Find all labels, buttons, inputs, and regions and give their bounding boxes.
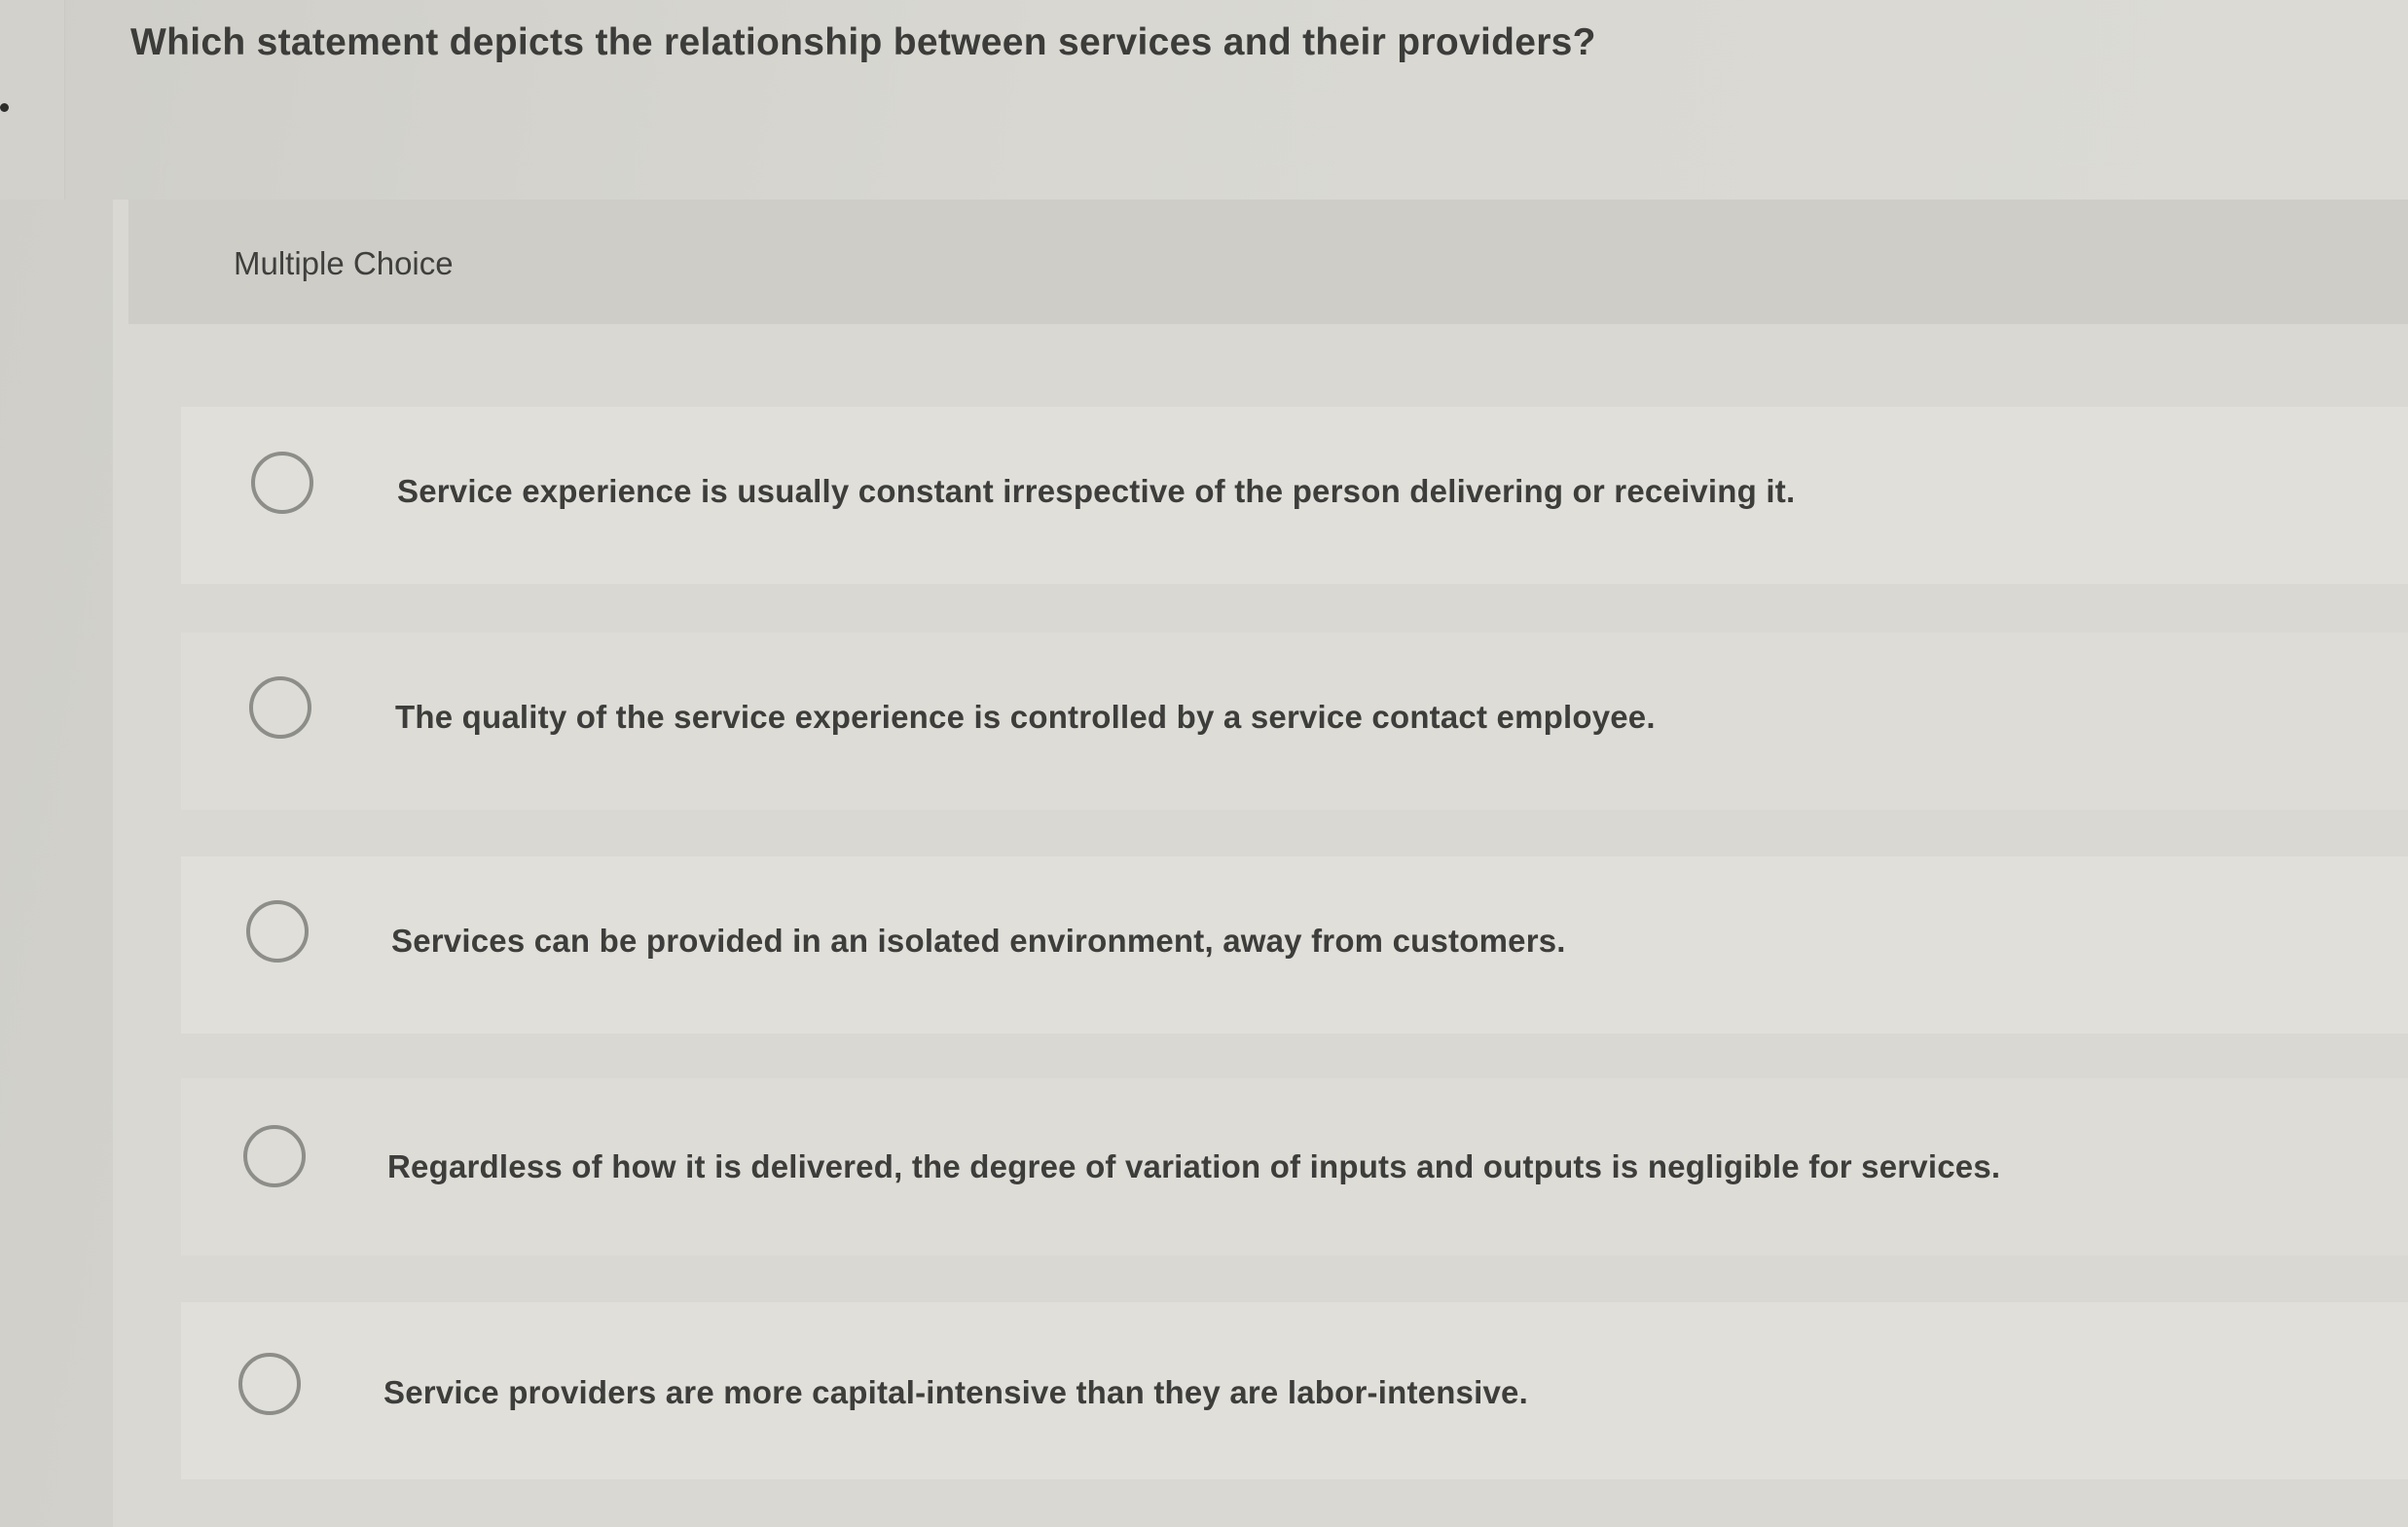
answer-option-label[interactable]: Service experience is usually constant i…: [397, 473, 1795, 510]
answer-option-1[interactable]: Service experience is usually constant i…: [181, 407, 2408, 584]
answer-option-2[interactable]: The quality of the service experience is…: [181, 633, 2408, 810]
answer-option-label[interactable]: Service providers are more capital-inten…: [383, 1374, 1528, 1411]
answer-options: Service experience is usually constant i…: [0, 0, 2408, 1527]
answer-option-4[interactable]: Regardless of how it is delivered, the d…: [181, 1078, 2408, 1255]
answer-option-label[interactable]: The quality of the service experience is…: [395, 699, 1656, 736]
answer-option-5[interactable]: Service providers are more capital-inten…: [181, 1302, 2408, 1479]
radio-button[interactable]: [246, 900, 309, 963]
answer-option-label[interactable]: Services can be provided in an isolated …: [391, 923, 1566, 960]
radio-button[interactable]: [238, 1353, 301, 1415]
radio-button[interactable]: [243, 1125, 306, 1187]
radio-button[interactable]: [249, 676, 311, 739]
answer-option-label[interactable]: Regardless of how it is delivered, the d…: [387, 1148, 2000, 1185]
answer-option-3[interactable]: Services can be provided in an isolated …: [181, 856, 2408, 1034]
quiz-page: Which statement depicts the relationship…: [0, 0, 2408, 1527]
radio-button[interactable]: [251, 452, 313, 514]
